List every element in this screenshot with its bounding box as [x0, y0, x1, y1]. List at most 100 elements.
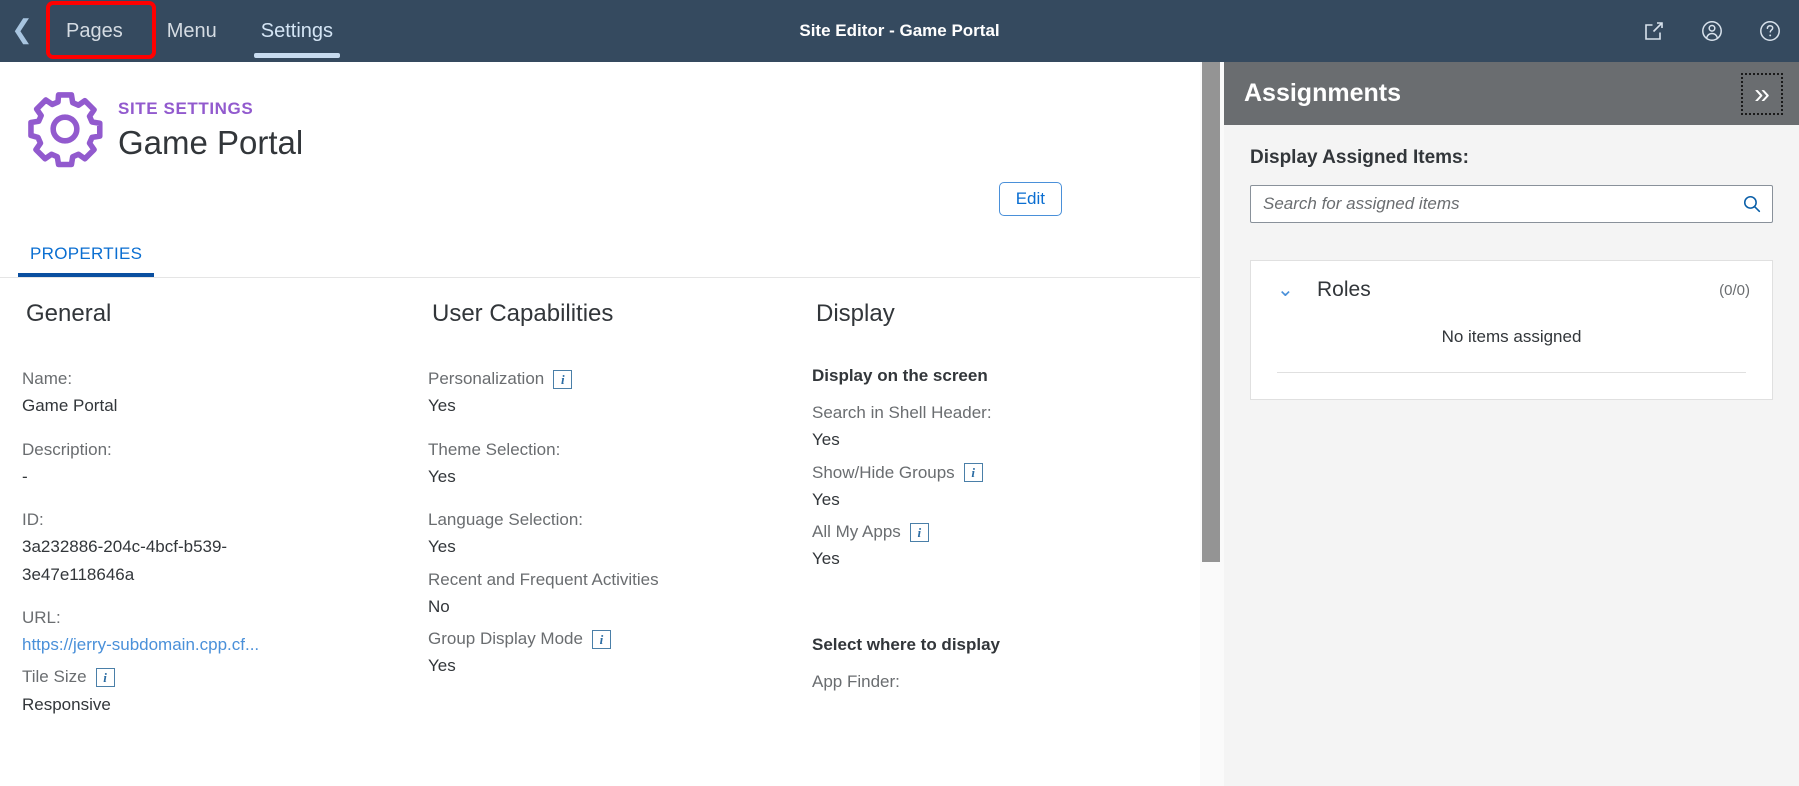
column-title-user-capabilities: User Capabilities [432, 300, 614, 327]
info-icon[interactable]: i [963, 463, 983, 483]
field-group-display-mode-value: Yes [428, 656, 456, 676]
site-editor-app: ❮ Pages Menu Settings Site Editor - Game… [0, 0, 1799, 786]
assignments-panel: Assignments » Display Assigned Items: ⌄ … [1224, 62, 1799, 786]
field-personalization-label: Personalization i [428, 366, 800, 392]
field-language-selection-label: Language Selection: [428, 510, 584, 530]
roles-card-title: Roles [1317, 278, 1371, 301]
assignments-panel-header: Assignments » [1224, 62, 1799, 125]
field-name-value: Game Portal [22, 396, 118, 416]
share-icon[interactable] [1639, 16, 1669, 46]
field-tile-size-label-text: Tile Size [22, 667, 87, 687]
chevron-down-icon[interactable]: ⌄ [1277, 280, 1307, 300]
shell-bar: ❮ Pages Menu Settings Site Editor - Game… [0, 0, 1799, 62]
field-all-my-apps-label-text: All My Apps [812, 522, 901, 542]
field-all-my-apps: All My Apps i Yes [812, 519, 1200, 573]
shell-tabs: Pages Menu Settings [44, 0, 355, 62]
field-search-in-shell-header: Search in Shell Header: Yes [812, 400, 1200, 454]
back-navigation-icon[interactable]: ❮ [0, 0, 44, 62]
info-icon[interactable]: i [95, 667, 115, 687]
field-name: Name: Game Portal [22, 366, 420, 420]
object-page-tabstrip: PROPERTIES [0, 234, 155, 277]
info-icon[interactable]: i [591, 629, 611, 649]
object-page-header: SITE SETTINGS Game Portal Edit PROPERTIE… [0, 62, 1200, 278]
field-url-label: URL: [22, 607, 61, 627]
field-personalization: Personalization i Yes [428, 366, 800, 420]
roles-card-count: (0/0) [1719, 281, 1750, 299]
tab-properties[interactable]: PROPERTIES [18, 234, 155, 277]
double-chevron-right-icon[interactable]: » [1741, 72, 1783, 115]
info-icon[interactable]: i [909, 522, 929, 542]
assigned-items-search [1250, 185, 1773, 223]
column-title-display: Display [816, 300, 895, 327]
user-avatar-icon[interactable] [1697, 16, 1727, 46]
roles-card-empty-text: No items assigned [1441, 327, 1582, 346]
field-search-in-shell-header-label: Search in Shell Header: [812, 403, 992, 422]
field-description-label: Description: [22, 439, 112, 459]
scrollbar-thumb[interactable] [1202, 62, 1220, 562]
form-column-general: General Name: Game Portal Description: -… [0, 300, 420, 735]
gear-icon [22, 86, 108, 172]
field-theme-selection: Theme Selection: Yes [428, 437, 800, 491]
shell-tab-settings-label: Settings [260, 19, 334, 42]
field-recent-frequent-activities: Recent and Frequent Activities No [428, 567, 800, 621]
field-url: URL: https://jerry-subdomain.cpp.cf... [22, 605, 420, 659]
shell-tab-menu[interactable]: Menu [145, 0, 239, 62]
field-tile-size-value: Responsive [22, 694, 111, 714]
form-columns: General Name: Game Portal Description: -… [0, 300, 1200, 735]
field-theme-selection-label: Theme Selection: [428, 439, 561, 459]
form-column-user-capabilities: User Capabilities Personalization i Yes … [420, 300, 800, 735]
field-theme-selection-value: Yes [428, 466, 456, 486]
object-header-texts: SITE SETTINGS Game Portal [118, 84, 303, 163]
field-id-value: 3a232886-204c-4bcf-b539- 3e47e118646a [22, 537, 228, 584]
field-tile-size: Tile Size i Responsive [22, 664, 420, 718]
roles-card-header[interactable]: ⌄ Roles (0/0) [1251, 261, 1772, 319]
properties-form: General Name: Game Portal Description: -… [0, 278, 1200, 786]
main-vertical-scrollbar[interactable] [1200, 62, 1224, 786]
object-header-top: SITE SETTINGS Game Portal [0, 80, 1200, 172]
info-icon[interactable]: i [553, 369, 573, 389]
field-group-display-mode: Group Display Mode i Yes [428, 626, 800, 680]
search-icon[interactable] [1732, 186, 1772, 222]
field-id-label: ID: [22, 510, 44, 530]
edit-button[interactable]: Edit [998, 182, 1062, 216]
field-all-my-apps-label: All My Apps i [812, 519, 1200, 545]
field-show-hide-groups: Show/Hide Groups i Yes [812, 460, 1200, 514]
form-column-display: Display Display on the screen Search in … [800, 300, 1200, 735]
field-description-value: - [22, 466, 28, 486]
assignments-panel-title: Assignments [1244, 79, 1401, 107]
field-name-label: Name: [22, 369, 73, 388]
subheading-select-where-to-display: Select where to display [812, 634, 1001, 654]
field-description: Description: - [22, 437, 420, 491]
shell-tab-pages[interactable]: Pages [44, 0, 145, 62]
shell-actions [1639, 0, 1785, 62]
field-group-display-mode-label-text: Group Display Mode [428, 629, 583, 649]
field-search-in-shell-header-value: Yes [812, 430, 840, 450]
field-app-finder-label: App Finder: [812, 671, 900, 691]
field-language-selection: Language Selection: Yes [428, 507, 800, 561]
tab-properties-label: PROPERTIES [30, 244, 143, 263]
field-personalization-value: Yes [428, 396, 456, 416]
subheading-display-on-the-screen: Display on the screen [812, 366, 988, 385]
main-content: SITE SETTINGS Game Portal Edit PROPERTIE… [0, 62, 1200, 786]
field-recent-frequent-activities-value: No [428, 596, 450, 616]
roles-assignment-card: ⌄ Roles (0/0) No items assigned [1250, 260, 1773, 400]
field-group-display-mode-label: Group Display Mode i [428, 626, 800, 652]
shell-tab-settings[interactable]: Settings [239, 0, 355, 62]
object-header-kicker: SITE SETTINGS [118, 99, 254, 118]
page-title: Game Portal [118, 124, 304, 162]
field-show-hide-groups-value: Yes [812, 489, 840, 509]
field-url-value[interactable]: https://jerry-subdomain.cpp.cf... [22, 631, 420, 658]
help-icon[interactable] [1755, 16, 1785, 46]
display-assigned-items-label: Display Assigned Items: [1250, 147, 1469, 168]
field-recent-frequent-activities-label: Recent and Frequent Activities [428, 569, 659, 589]
column-title-general: General [26, 300, 112, 327]
field-all-my-apps-value: Yes [812, 549, 840, 569]
field-tile-size-label: Tile Size i [22, 664, 420, 690]
field-id: ID: 3a232886-204c-4bcf-b539- 3e47e118646… [22, 507, 420, 588]
field-app-finder: App Finder: [812, 669, 1200, 695]
shell-tab-pages-label: Pages [66, 19, 123, 42]
assignments-panel-body: Display Assigned Items: ⌄ Roles (0/0) No… [1224, 125, 1799, 400]
search-input[interactable] [1251, 194, 1732, 214]
field-show-hide-groups-label-text: Show/Hide Groups [812, 462, 955, 482]
field-show-hide-groups-label: Show/Hide Groups i [812, 460, 1200, 486]
